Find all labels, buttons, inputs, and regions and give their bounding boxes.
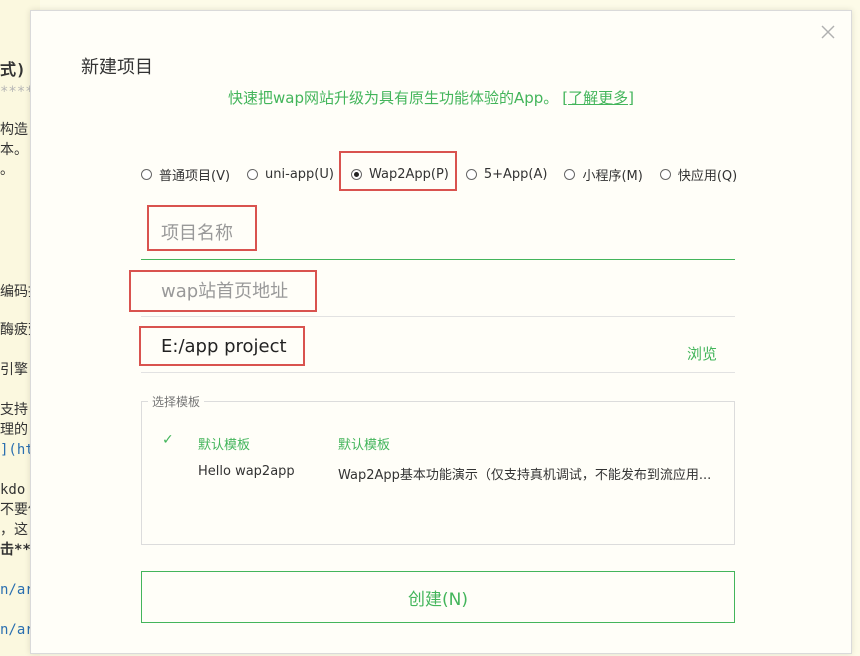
editor-line: 支持 — [0, 402, 28, 418]
radio-label: Wap2App(P) — [368, 166, 449, 182]
radio-circle-icon — [564, 168, 576, 180]
radio-wap2app[interactable]: Wap2App(P) — [350, 166, 449, 182]
editor-line: 构造 — [0, 122, 28, 138]
template-name: Hello wap2app — [198, 464, 295, 479]
radio-circle-icon — [247, 168, 259, 180]
editor-line: **** — [0, 84, 34, 100]
radio-uni-app[interactable]: uni-app(U) — [247, 167, 334, 182]
radio-quick-app[interactable]: 快应用(Q) — [659, 165, 738, 184]
radio-label: 小程序(M) — [582, 168, 643, 184]
wap-url-field — [141, 271, 735, 317]
project-name-input[interactable] — [161, 223, 641, 244]
new-project-dialog: 新建项目 快速把wap网站升级为具有原生功能体验的App。 [了解更多] 普通项目… — [30, 10, 852, 654]
browse-button[interactable]: 浏览 — [687, 343, 717, 364]
editor-line: 击** — [0, 542, 31, 558]
editor-line: n/ar — [0, 582, 34, 598]
editor-line: ，这 — [0, 522, 28, 538]
project-name-field — [141, 215, 735, 260]
close-icon — [821, 25, 835, 39]
editor-line: 。 — [0, 162, 14, 178]
editor-line: 式) — [0, 60, 26, 79]
editor-line: ](ht — [0, 442, 34, 458]
radio-circle-icon — [465, 168, 477, 180]
radio-circle-icon — [141, 168, 152, 180]
editor-line: 引擎 — [0, 362, 28, 378]
template-description: Wap2App基本功能演示（仅支持真机调试，不能发布到流应用... — [338, 468, 712, 483]
learn-more-link[interactable]: [了解更多] — [562, 89, 634, 107]
editor-line: n/ar — [0, 622, 34, 638]
radio-circle-icon — [659, 168, 671, 180]
project-type-group: 普通项目(V) uni-app(U) Wap2App(P) 5+App(A) 小… — [141, 163, 754, 185]
template-row-hello-wap2app[interactable]: Hello wap2app Wap2App基本功能演示（仅支持真机调试，不能发布… — [142, 462, 734, 484]
location-field — [141, 327, 735, 373]
dialog-subtitle: 快速把wap网站升级为具有原生功能体验的App。 [了解更多] — [31, 87, 831, 108]
radio-label: 快应用(Q) — [677, 168, 738, 184]
subtitle-text: 快速把wap网站升级为具有原生功能体验的App。 — [227, 89, 559, 107]
radio-label: 5+App(A) — [483, 166, 548, 182]
location-input[interactable] — [161, 336, 641, 357]
editor-line: 理的 — [0, 422, 28, 438]
template-group: 选择模板 ✓ 默认模板 默认模板 Hello wap2app Wap2App基本… — [141, 393, 735, 545]
radio-5plus-app[interactable]: 5+App(A) — [465, 166, 548, 182]
template-legend: 选择模板 — [148, 393, 205, 410]
radio-label: uni-app(U) — [265, 166, 334, 182]
radio-normal-project[interactable]: 普通项目(V) — [141, 165, 230, 184]
radio-mini-program[interactable]: 小程序(M) — [564, 165, 643, 184]
check-icon: ✓ — [162, 432, 174, 448]
close-button[interactable] — [819, 23, 837, 41]
dialog-title: 新建项目 — [81, 57, 153, 78]
wap-url-input[interactable] — [161, 281, 641, 302]
template-name: 默认模板 — [198, 438, 251, 453]
create-button[interactable]: 创建(N) — [141, 571, 735, 623]
template-row-default[interactable]: ✓ 默认模板 默认模板 — [142, 432, 734, 454]
editor-line: kdo — [0, 482, 26, 498]
editor-line: 本。 — [0, 142, 28, 158]
template-description: 默认模板 — [338, 438, 391, 453]
radio-selected-icon — [350, 168, 362, 180]
radio-label: 普通项目(V) — [159, 168, 231, 184]
